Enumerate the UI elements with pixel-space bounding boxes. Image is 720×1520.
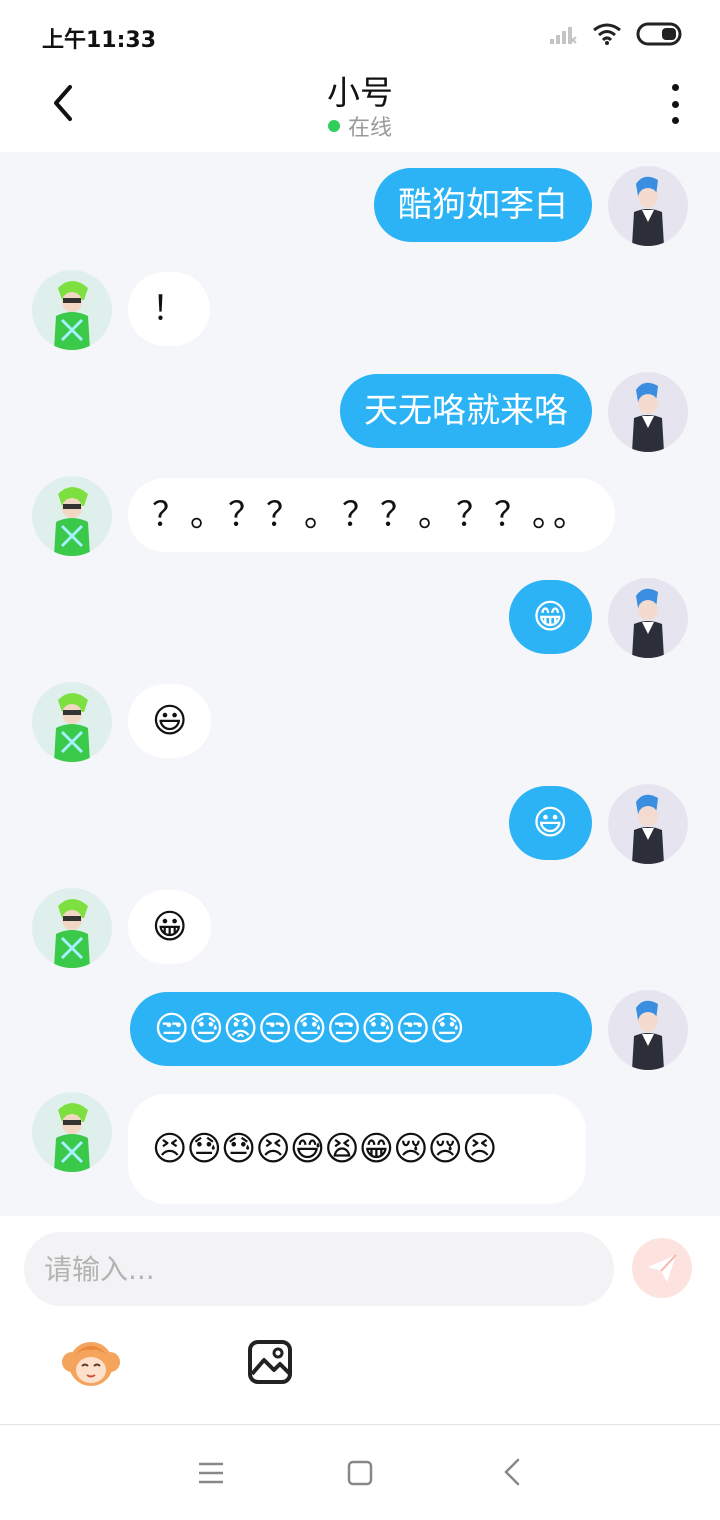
square-icon bbox=[347, 1460, 373, 1486]
status-bar: 上午11:33 bbox=[0, 0, 720, 66]
avatar[interactable] bbox=[608, 578, 688, 658]
more-vertical-icon bbox=[671, 84, 679, 91]
message-bubble[interactable]: 😣😓😓😣😅😫😁😢😢😣 bbox=[128, 1094, 586, 1204]
nav-back-button[interactable] bbox=[500, 1457, 524, 1487]
image-icon bbox=[248, 1340, 292, 1384]
message-bubble[interactable]: 酷狗如李白 bbox=[374, 168, 592, 242]
message-row: 天无咯就来咯 bbox=[0, 372, 720, 452]
chat-header: 小号 在线 bbox=[0, 66, 720, 152]
nav-home-button[interactable] bbox=[346, 1459, 374, 1487]
avatar[interactable] bbox=[32, 270, 112, 350]
image-button[interactable] bbox=[246, 1338, 294, 1386]
message-list[interactable]: 酷狗如李白 ！ 天无咯就来咯 ？。？？。？？。？？。。 😁 😃 😃 😀 😒😓😡😒… bbox=[0, 152, 720, 1216]
message-row: 😣😓😓😣😅😫😁😢😢😣 bbox=[0, 1092, 720, 1206]
message-bubble[interactable]: ？。？？。？？。？？。。 bbox=[128, 478, 615, 552]
avatar[interactable] bbox=[32, 476, 112, 556]
message-row: 酷狗如李白 bbox=[0, 166, 720, 246]
online-dot-icon bbox=[327, 120, 340, 132]
contact-status-text: 在线 bbox=[347, 116, 392, 141]
paper-plane-icon bbox=[648, 1254, 677, 1282]
message-bubble[interactable]: 😃 bbox=[508, 786, 592, 860]
signal-icon bbox=[550, 27, 577, 44]
sticker-button[interactable] bbox=[60, 1334, 122, 1390]
avatar[interactable] bbox=[32, 888, 112, 968]
cartoon-face-icon bbox=[62, 1342, 120, 1386]
message-bubble[interactable]: 天无咯就来咯 bbox=[340, 374, 592, 448]
system-nav-bar bbox=[0, 1424, 720, 1520]
message-bubble[interactable]: 😀 bbox=[128, 890, 212, 964]
message-row: 😀 bbox=[0, 888, 720, 968]
message-row: 😁 bbox=[0, 578, 720, 658]
more-options-button[interactable] bbox=[660, 84, 690, 124]
avatar[interactable] bbox=[608, 372, 688, 452]
battery-icon bbox=[636, 22, 682, 46]
message-row: ？。？？。？？。？？。。 bbox=[0, 476, 720, 556]
avatar[interactable] bbox=[32, 682, 112, 762]
message-bubble[interactable]: ！ bbox=[128, 272, 210, 346]
avatar[interactable] bbox=[608, 166, 688, 246]
message-bubble[interactable]: 😒😓😡😒😓😒😓😒😓 bbox=[130, 992, 592, 1066]
status-icons bbox=[548, 22, 684, 46]
menu-icon bbox=[199, 1462, 223, 1484]
message-bubble[interactable]: 😃 bbox=[128, 684, 212, 758]
avatar[interactable] bbox=[608, 990, 688, 1070]
message-bubble[interactable]: 😁 bbox=[508, 580, 592, 654]
message-row: 😒😓😡😒😓😒😓😒😓 bbox=[0, 990, 720, 1070]
avatar[interactable] bbox=[32, 1092, 112, 1172]
contact-status: 在线 bbox=[0, 110, 720, 142]
wifi-icon bbox=[593, 23, 621, 45]
nav-recents-button[interactable] bbox=[196, 1459, 226, 1487]
message-row: 😃 bbox=[0, 682, 720, 762]
message-row: ！ bbox=[0, 270, 720, 350]
message-row: 😃 bbox=[0, 784, 720, 864]
avatar[interactable] bbox=[608, 784, 688, 864]
message-input[interactable] bbox=[24, 1232, 614, 1306]
send-button[interactable] bbox=[632, 1238, 692, 1298]
chevron-left-icon bbox=[504, 1458, 520, 1486]
status-time: 上午11:33 bbox=[42, 28, 157, 53]
contact-name: 小号 bbox=[327, 73, 393, 112]
input-panel bbox=[0, 1216, 720, 1424]
